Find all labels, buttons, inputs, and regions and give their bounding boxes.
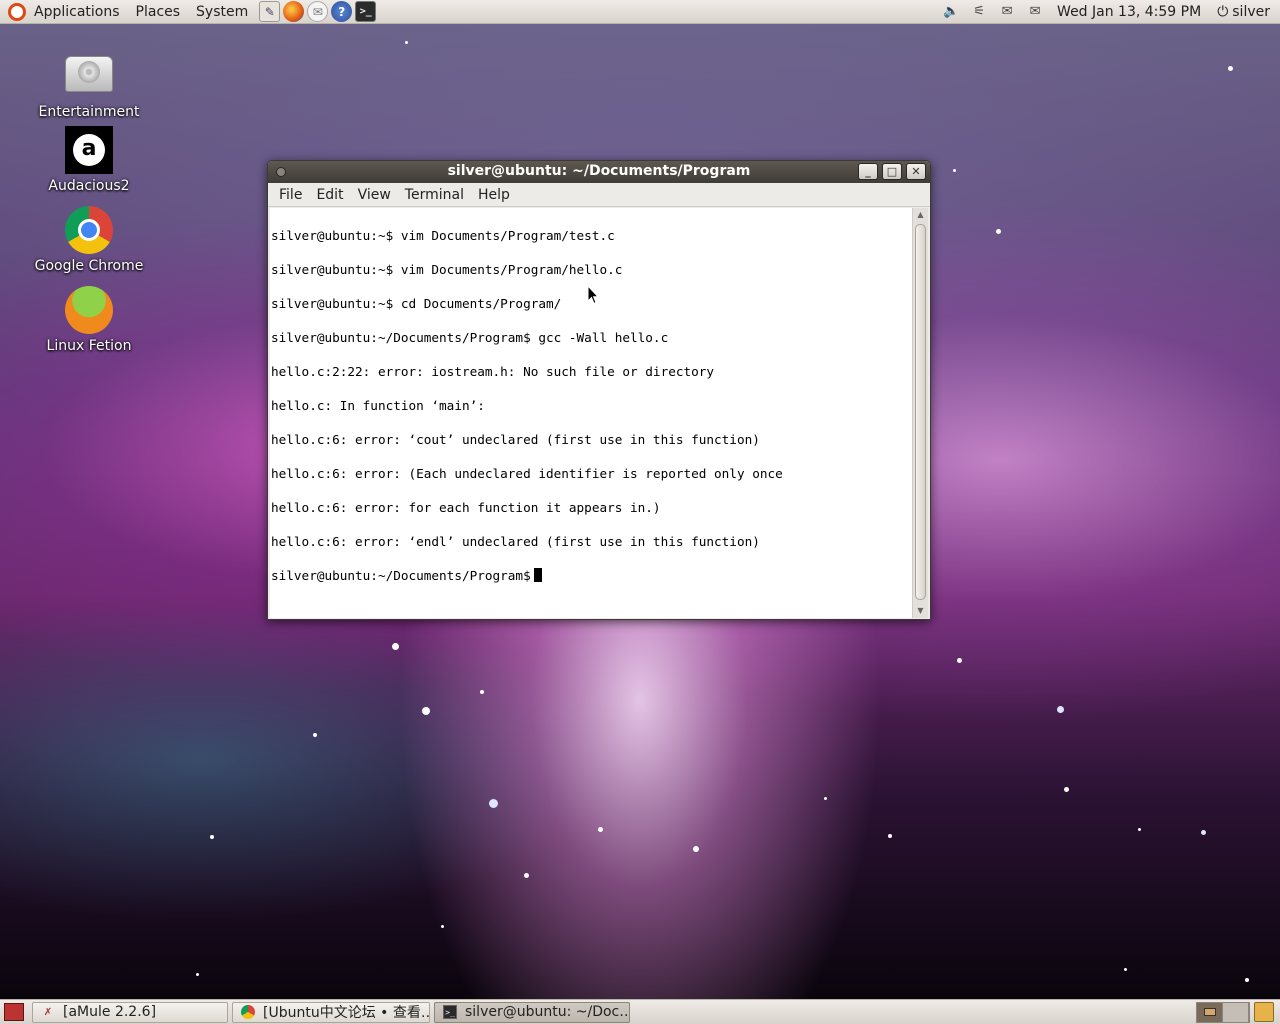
window-title: silver@ubuntu: ~/Documents/Program	[447, 163, 751, 179]
amule-icon: ✗	[43, 1006, 53, 1018]
terminal-menubar: File Edit View Terminal Help	[268, 183, 930, 207]
mouse-pointer-icon	[587, 285, 599, 305]
task-chrome[interactable]: [Ubuntu中文论坛 • 查看…	[232, 1001, 430, 1023]
audacious-icon: a	[65, 126, 113, 174]
volume-icon[interactable]: 🔈	[941, 3, 961, 21]
terminal-icon: >_	[443, 1005, 457, 1019]
menu-view[interactable]: View	[351, 187, 398, 203]
trash-icon[interactable]	[1254, 1002, 1274, 1022]
menu-help[interactable]: Help	[471, 187, 517, 203]
scroll-thumb[interactable]	[915, 224, 926, 600]
terminal-line: hello.c:6: error: (Each undeclared ident…	[271, 466, 783, 481]
minimize-button[interactable]: _	[858, 163, 878, 180]
menu-terminal[interactable]: Terminal	[398, 187, 471, 203]
terminal-line: hello.c:2:22: error: iostream.h: No such…	[271, 364, 715, 379]
scroll-up-arrow-icon[interactable]: ▲	[913, 208, 928, 222]
task-label: [Ubuntu中文论坛 • 查看…	[263, 1005, 430, 1021]
workspace-2[interactable]	[1223, 1002, 1249, 1022]
firefox-icon[interactable]	[283, 1, 305, 22]
task-label: silver@ubuntu: ~/Doc…	[465, 1004, 630, 1020]
chrome-icon	[241, 1005, 255, 1019]
terminal-scrollbar[interactable]: ▲ ▼	[912, 208, 928, 618]
window-menu-button[interactable]	[276, 167, 286, 177]
bottom-panel: ✗ [aMule 2.2.6] [Ubuntu中文论坛 • 查看… >_ sil…	[0, 999, 1280, 1024]
mail-icon[interactable]: ✉	[307, 1, 329, 22]
system-menu[interactable]: System	[188, 0, 256, 24]
desktop-icon-audacious2[interactable]: a Audacious2	[24, 126, 154, 194]
network-icon[interactable]: ⚟	[969, 3, 989, 21]
menu-edit[interactable]: Edit	[309, 187, 350, 203]
terminal-icon[interactable]: >_	[355, 1, 377, 22]
top-panel: Applications Places System ✎ ✉ ? >_ 🔈 ⚟ …	[0, 0, 1280, 24]
applications-menu[interactable]: Applications	[26, 0, 128, 24]
maximize-button[interactable]: □	[882, 163, 902, 180]
hard-drive-icon	[65, 56, 113, 92]
user-menu[interactable]: ⏻ silver	[1211, 4, 1280, 20]
terminal-line: silver@ubuntu:~$ vim Documents/Program/t…	[271, 228, 615, 243]
terminal-prompt-line[interactable]: silver@ubuntu:~/Documents/Program$	[271, 567, 912, 584]
help-icon[interactable]: ?	[331, 1, 353, 22]
text-editor-icon[interactable]: ✎	[259, 1, 281, 22]
chrome-icon	[65, 206, 113, 254]
messaging-icon[interactable]: ✉	[997, 3, 1017, 21]
terminal-window[interactable]: silver@ubuntu: ~/Documents/Program _ □ ✕…	[267, 160, 931, 620]
desktop-icon-label: Linux Fetion	[46, 338, 132, 354]
envelope-icon[interactable]: ✉	[1025, 3, 1045, 21]
text-cursor	[533, 568, 542, 582]
user-name: silver	[1232, 3, 1270, 20]
scroll-down-arrow-icon[interactable]: ▼	[913, 604, 928, 618]
terminal-line: hello.c:6: error: ‘cout’ undeclared (fir…	[271, 432, 760, 447]
terminal-line: hello.c:6: error: ‘endl’ undeclared (fir…	[271, 534, 760, 549]
desktop-icon-label: Audacious2	[48, 178, 130, 194]
ubuntu-logo-icon[interactable]	[8, 2, 26, 21]
workspace-switcher[interactable]	[1196, 1001, 1250, 1023]
terminal-line: hello.c:6: error: for each function it a…	[271, 500, 661, 515]
desktop-icon-label: Google Chrome	[34, 258, 144, 274]
desktop-icon-label: Entertainment	[38, 104, 140, 120]
task-amule[interactable]: ✗ [aMule 2.2.6]	[32, 1001, 228, 1023]
show-desktop-icon[interactable]	[4, 1003, 24, 1021]
power-icon: ⏻	[1217, 3, 1229, 20]
terminal-line: silver@ubuntu:~$ vim Documents/Program/h…	[271, 262, 623, 277]
task-terminal[interactable]: >_ silver@ubuntu: ~/Doc…	[434, 1001, 630, 1023]
places-menu[interactable]: Places	[128, 0, 189, 24]
terminal-line: silver@ubuntu:~/Documents/Program$ gcc -…	[271, 330, 669, 345]
menu-file[interactable]: File	[272, 187, 309, 203]
terminal-output[interactable]: silver@ubuntu:~$ vim Documents/Program/t…	[270, 208, 912, 618]
terminal-prompt: silver@ubuntu:~/Documents/Program$	[271, 568, 531, 583]
clock[interactable]: Wed Jan 13, 4:59 PM	[1049, 4, 1211, 20]
desktop-icon-linux-fetion[interactable]: Linux Fetion	[24, 286, 154, 354]
terminal-line: hello.c: In function ‘main’:	[271, 398, 485, 413]
window-titlebar[interactable]: silver@ubuntu: ~/Documents/Program _ □ ✕	[268, 161, 930, 183]
desktop-icon-google-chrome[interactable]: Google Chrome	[24, 206, 154, 274]
desktop-icon-entertainment[interactable]: Entertainment	[24, 52, 154, 120]
close-button[interactable]: ✕	[906, 163, 926, 180]
task-label: [aMule 2.2.6]	[63, 1004, 157, 1020]
workspace-1[interactable]	[1197, 1002, 1223, 1022]
fetion-icon	[65, 286, 113, 334]
